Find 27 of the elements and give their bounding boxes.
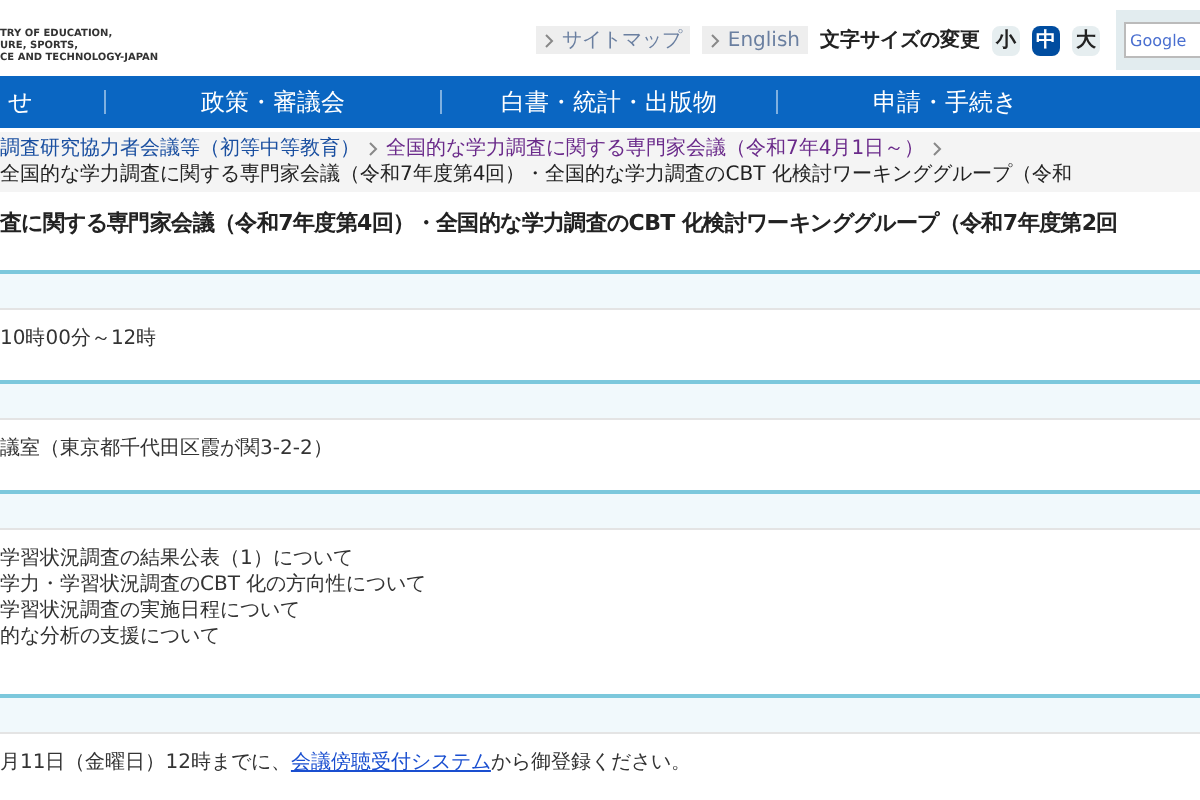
registration-link[interactable]: 会議傍聴受付システム	[290, 751, 491, 773]
font-size-label: 文字サイズの変更	[820, 26, 980, 55]
breadcrumb-current: 全国的な学力調査に関する専門家会議（令和7年度第4回）・全国的な学力調査のCBT 化検討ワーキンググループ（令和	[0, 162, 1072, 188]
chevron-icon	[932, 142, 943, 156]
nav-link[interactable]: 白書・統計・出版物	[501, 84, 717, 120]
body-text: 議室（東京都千代田区霞が関3-2-2）	[0, 435, 335, 461]
header-link[interactable]: English	[701, 26, 808, 54]
breadcrumb-link[interactable]: 調査研究協力者会議等（初等中等教育）	[0, 136, 360, 162]
chevron-icon	[709, 33, 720, 47]
font-size-button[interactable]: 小	[992, 25, 1020, 55]
nav-link[interactable]: 申請・手続き	[873, 84, 1017, 120]
body-text: 的な分析の支援について	[0, 623, 222, 649]
chevron-icon	[368, 142, 378, 156]
search-field[interactable]: Google	[1124, 22, 1200, 58]
font-size-button[interactable]: 大	[1072, 25, 1100, 55]
breadcrumb-link[interactable]: 全国的な学力調査に関する専門家会議（令和7年4月1日～）	[386, 136, 925, 162]
body-text: 学力・学習状況調査のCBT 化の方向性について	[0, 571, 429, 597]
nav-link[interactable]: 政策・審議会	[201, 84, 345, 120]
nav-link[interactable]: せ	[8, 84, 32, 120]
page-title: 査に関する専門家会議（令和7年度第4回）・全国的な学力調査のCBT 化検討ワーキンググループ（令和7年度第2回	[0, 208, 1120, 240]
chevron-icon	[543, 33, 554, 47]
body-text: 月11日（金曜日）12時までに、会議傍聴受付システムから御登録ください。	[0, 749, 693, 775]
body-text: 10時00分～12時	[0, 325, 159, 351]
body-text: 学習状況調査の実施日程について	[0, 597, 302, 623]
body-text: 学習状況調査の結果公表（1）について	[0, 545, 355, 571]
header-link[interactable]: サイトマップ	[535, 26, 690, 54]
font-size-button[interactable]: 中	[1032, 25, 1060, 55]
